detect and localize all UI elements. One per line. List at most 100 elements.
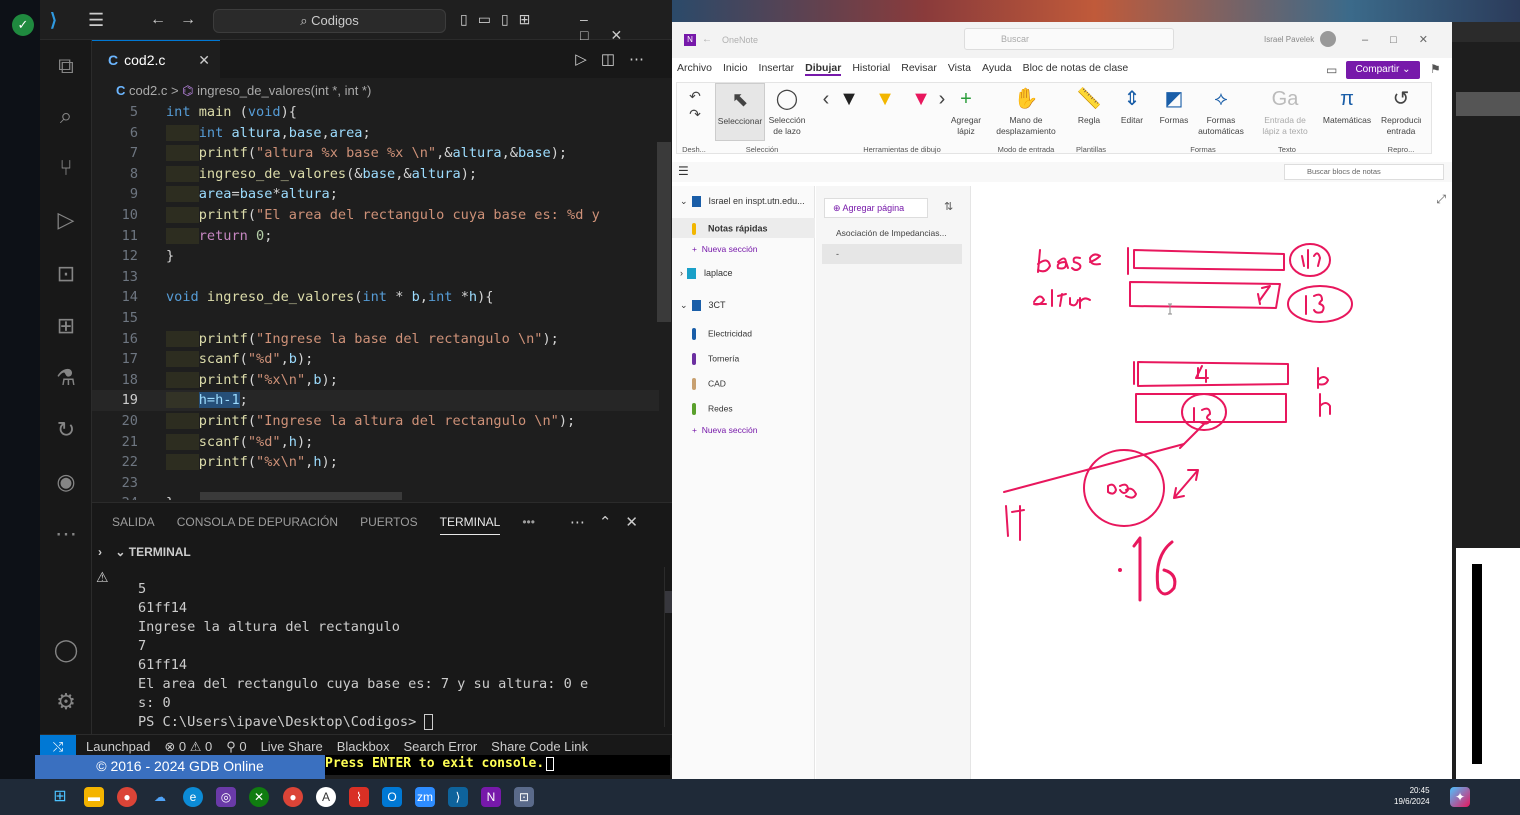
live-share-icon[interactable]: ↻	[52, 416, 80, 444]
explorer-icon[interactable]: ⧉	[52, 52, 80, 80]
more-actions-icon[interactable]: ⋯	[570, 514, 599, 531]
redo-icon[interactable]: ↷	[683, 105, 707, 123]
tab-cod2[interactable]: Ccod2.c ✕	[92, 40, 220, 78]
status-item[interactable]: Search Error	[403, 739, 477, 754]
section-item[interactable]: CAD	[692, 378, 726, 390]
code-line[interactable]: 5 int main (void){	[92, 102, 659, 123]
edit-button[interactable]: ⇕ Editar	[1115, 83, 1149, 126]
edge-icon[interactable]: e	[183, 787, 203, 807]
breadcrumb-symbol[interactable]: ingreso_de_valores(int *, int *)	[197, 83, 371, 98]
close-panel-icon[interactable]: ✕	[625, 514, 652, 531]
chrome-icon[interactable]: ●	[117, 787, 137, 807]
editor-horizontal-scrollbar[interactable]	[200, 492, 402, 500]
onedrive-icon[interactable]: ☁	[150, 787, 170, 807]
code-line[interactable]: 21 scanf("%d",h);	[92, 432, 659, 453]
ribbon-tab[interactable]: Insertar	[759, 62, 795, 74]
shield-check-icon[interactable]: ✓	[12, 14, 34, 36]
settings-gear-icon[interactable]: ⚙	[52, 688, 80, 716]
panel-controls[interactable]: ⋯⌃✕	[570, 513, 652, 531]
ribbon-tab[interactable]: Revisar	[901, 62, 937, 74]
remote-explorer-icon[interactable]: ⊡	[52, 260, 80, 288]
chrome-profile-icon[interactable]: ●	[283, 787, 303, 807]
new-section-link[interactable]: + Nueva sección	[692, 425, 757, 435]
code-line[interactable]: 13	[92, 267, 659, 288]
onenote-search[interactable]: Buscar	[964, 28, 1174, 50]
notebook-laplace[interactable]: › laplace	[680, 268, 733, 280]
tab-close-icon[interactable]: ✕	[198, 41, 210, 79]
terminal-section-header[interactable]: › ⌄ TERMINAL	[98, 545, 191, 559]
hamburger-icon[interactable]: ☰	[678, 164, 689, 178]
panel-more-icon[interactable]: •••	[522, 515, 535, 529]
nav-arrows[interactable]: ←→	[150, 11, 210, 29]
toggle-sidebar-icon[interactable]: ▯	[460, 11, 478, 27]
ribbon-tab[interactable]: Vista	[948, 62, 971, 74]
acrobat-icon[interactable]: ⌇	[349, 787, 369, 807]
pen-yellow[interactable]: ▼	[873, 83, 897, 115]
split-editor-icon[interactable]: ◫	[601, 51, 629, 68]
run-icon[interactable]: ▷	[575, 51, 601, 68]
math-button[interactable]: π Matemáticas	[1317, 83, 1377, 126]
run-debug-icon[interactable]: ▷	[52, 206, 80, 234]
code-line[interactable]: 11 return 0;	[92, 226, 659, 247]
code-line[interactable]: 9 area=base*altura;	[92, 184, 659, 205]
app-a-icon[interactable]: A	[316, 787, 336, 807]
ribbon-tab[interactable]: Historial	[852, 62, 890, 74]
code-line[interactable]: 18 printf("%x\n",b);	[92, 370, 659, 391]
ribbon-tab[interactable]: Ayuda	[982, 62, 1012, 74]
maximize-icon[interactable]: □	[1390, 34, 1419, 46]
code-line[interactable]: 17 scanf("%d",b);	[92, 349, 659, 370]
ribbon-tab[interactable]: Archivo	[677, 62, 712, 74]
status-item[interactable]: ⊗ 0 ⚠ 0	[164, 739, 212, 754]
chevron-right-icon[interactable]: ›	[98, 545, 102, 559]
status-item[interactable]: ⚲ 0	[226, 739, 246, 754]
section-item[interactable]: Redes	[692, 403, 733, 415]
lasso-select-button[interactable]: ◯ Selección de lazo	[765, 83, 809, 137]
feedback-icon[interactable]: ⚑	[1430, 62, 1441, 76]
notebook-3ct[interactable]: ⌄ 3CT	[680, 300, 726, 312]
forward-arrow-icon[interactable]: →	[180, 11, 210, 28]
window-controls[interactable]: –□✕	[1362, 33, 1450, 46]
shapes-button[interactable]: ◩ Formas	[1157, 83, 1191, 126]
sort-icon[interactable]: ⇅	[944, 200, 953, 213]
notebook-account[interactable]: ⌄ Israel en inspt.utn.edu...	[680, 196, 805, 208]
replay-button[interactable]: ↺ Reproducir entrada	[1381, 83, 1421, 137]
zoom-icon[interactable]: zm	[415, 787, 435, 807]
more-icon[interactable]: ⋯	[52, 520, 80, 548]
windows-start-icon[interactable]: ⊞	[50, 787, 70, 807]
ruler-button[interactable]: 📏 Regla	[1071, 83, 1107, 126]
minimize-icon[interactable]: –	[580, 11, 610, 27]
code-editor[interactable]: 5 int main (void){6 int altura,base,area;…	[92, 102, 659, 500]
section-item[interactable]: Electricidad	[692, 328, 752, 340]
code-line[interactable]: 6 int altura,base,area;	[92, 123, 659, 144]
camera-app-icon[interactable]: ◎	[216, 787, 236, 807]
page-item-selected[interactable]: -	[822, 244, 962, 264]
ink-to-text-button[interactable]: Ga Entrada de lápiz a texto	[1257, 83, 1313, 137]
user-name[interactable]: Israel Pavelek	[1264, 35, 1314, 44]
ribbon-tab[interactable]: Dibujar	[805, 62, 842, 76]
editor-scrollbar[interactable]	[657, 142, 671, 322]
notebook-search[interactable]: Buscar blocs de notas	[1284, 164, 1444, 180]
page-item[interactable]: Asociación de Impedancias...	[836, 228, 947, 238]
breadcrumb-file[interactable]: cod2.c	[129, 83, 167, 98]
remote-desktop-icon[interactable]: ⊡	[514, 787, 534, 807]
panel-tab[interactable]: PUERTOS	[360, 515, 418, 529]
undo-redo[interactable]: ↶ ↷	[683, 83, 707, 123]
terminal-output[interactable]: 5 61ff14 Ingrese la altura del rectangulo 7…	[138, 580, 658, 732]
ink-canvas[interactable]: ⤢	[972, 186, 1452, 779]
command-center-search[interactable]: ⌕ Codigos	[213, 9, 446, 33]
testing-icon[interactable]: ⚗	[52, 364, 80, 392]
panel-tab[interactable]: SALIDA	[112, 515, 155, 529]
code-line[interactable]: 20 printf("Ingrese la altura del rectang…	[92, 411, 659, 432]
code-line[interactable]: 23	[92, 473, 659, 494]
avatar[interactable]	[1320, 31, 1336, 47]
add-pen-button[interactable]: + Agregar lápiz	[947, 83, 985, 137]
onenote-taskbar-icon[interactable]: N	[481, 787, 501, 807]
customize-layout-icon[interactable]: ⊞	[519, 11, 541, 27]
panel-tab[interactable]: CONSOLA DE DEPURACIÓN	[177, 515, 338, 529]
vscode-taskbar-icon[interactable]: ⟩	[448, 787, 468, 807]
code-line[interactable]: 12}	[92, 246, 659, 267]
status-item[interactable]: Launchpad	[86, 739, 150, 754]
editor-actions[interactable]: ▷◫⋯	[575, 50, 658, 68]
chevron-down-icon[interactable]: ⌄	[115, 545, 125, 559]
add-page-button[interactable]: ⊕ Agregar página	[824, 198, 928, 218]
